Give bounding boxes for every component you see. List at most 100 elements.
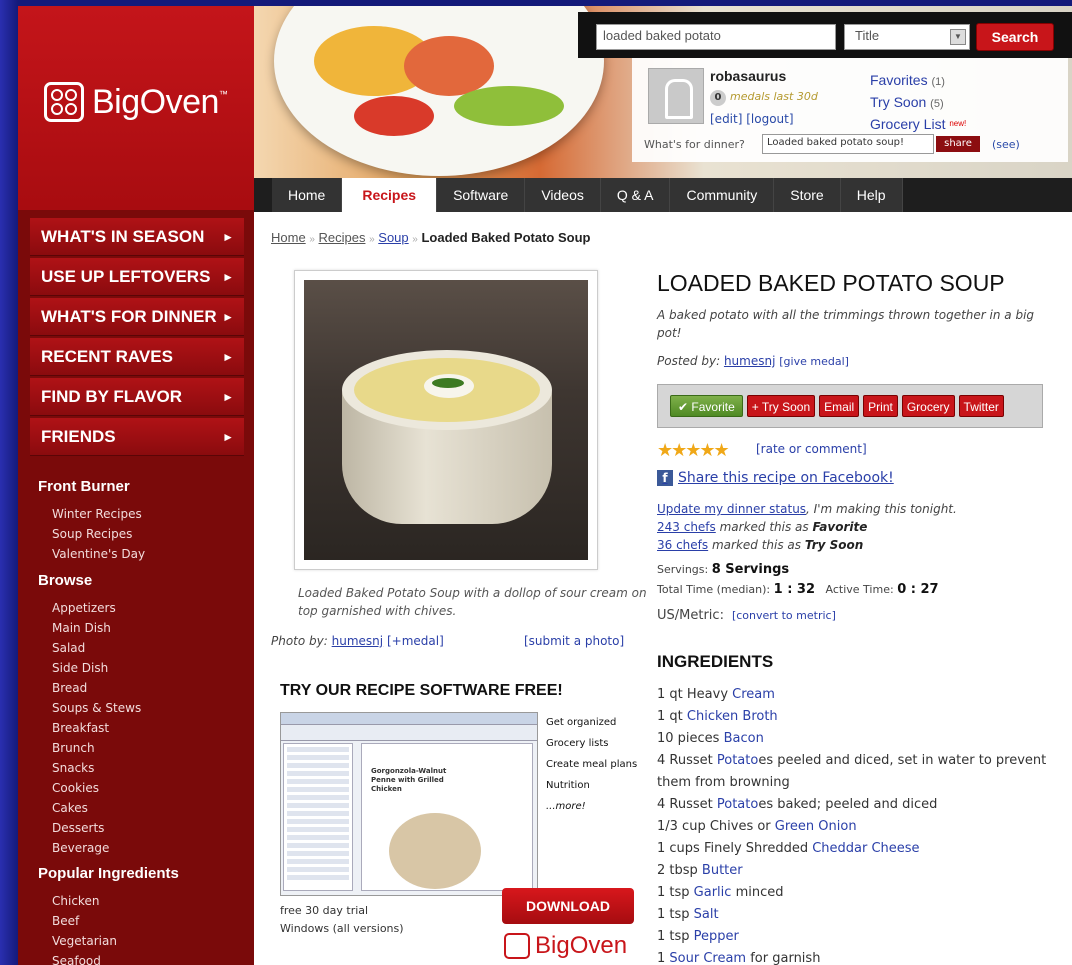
front-burner-link[interactable]: Soup Recipes bbox=[52, 524, 145, 544]
email-button[interactable]: Email bbox=[819, 395, 860, 417]
side-nav-item[interactable]: WHAT'S FOR DINNER ► bbox=[30, 298, 244, 336]
ingredient-link[interactable]: Pepper bbox=[694, 929, 739, 944]
ingredient-text: for garnish bbox=[746, 951, 821, 965]
share-button[interactable]: share bbox=[936, 136, 980, 152]
popular-ingredient-link[interactable]: Vegetarian bbox=[52, 931, 117, 951]
search-button[interactable]: Search bbox=[976, 23, 1054, 51]
update-status-link[interactable]: Update my dinner status bbox=[657, 502, 806, 516]
top-nav-tab[interactable]: Store bbox=[774, 178, 841, 212]
give-medal-link[interactable]: [give medal] bbox=[779, 355, 849, 368]
top-nav-tab[interactable]: Recipes bbox=[342, 178, 438, 212]
software-feature: Get organized bbox=[546, 717, 617, 728]
favorite-button[interactable]: ✔ Favorite bbox=[670, 395, 743, 417]
arrow-right-icon: ► bbox=[222, 350, 234, 364]
top-nav-tab[interactable]: Home bbox=[272, 178, 343, 212]
favorite-chefs-link[interactable]: 243 chefs bbox=[657, 520, 716, 534]
try-soon-button[interactable]: + Try Soon bbox=[746, 395, 816, 417]
popular-ingredient-link[interactable]: Chicken bbox=[52, 891, 117, 911]
username[interactable]: robasaurus bbox=[710, 68, 786, 84]
breadcrumb-separator: » bbox=[369, 234, 375, 245]
ingredient-item: 1 Sour Cream for garnish bbox=[657, 948, 1057, 965]
browse-category-link[interactable]: Soups & Stews bbox=[52, 698, 141, 718]
popular-ingredient-link[interactable]: Beef bbox=[52, 911, 117, 931]
browse-category-link[interactable]: Main Dish bbox=[52, 618, 141, 638]
browse-category-link[interactable]: Desserts bbox=[52, 818, 141, 838]
submit-photo-link[interactable]: [submit a photo] bbox=[524, 634, 624, 648]
ingredient-link[interactable]: Butter bbox=[702, 863, 743, 878]
search-type-select[interactable]: Title ▼ bbox=[844, 24, 970, 50]
photo-user-link[interactable]: humesnj bbox=[332, 634, 383, 648]
popular-ingredient-link[interactable]: Seafood bbox=[52, 951, 117, 965]
ingredient-link[interactable]: Cheddar Cheese bbox=[812, 841, 919, 856]
ingredient-link[interactable]: Cream bbox=[732, 687, 775, 702]
ingredient-link[interactable]: Green Onion bbox=[775, 819, 857, 834]
bigoven-burner-icon bbox=[504, 933, 530, 959]
grocery-button[interactable]: Grocery bbox=[901, 395, 955, 417]
dinner-status-input[interactable]: Loaded baked potato soup! bbox=[762, 134, 934, 154]
side-nav-label: WHAT'S IN SEASON bbox=[41, 227, 205, 246]
software-screenshot[interactable]: Gorgonzola-Walnut Penne with Grilled Chi… bbox=[280, 712, 538, 896]
ingredient-text: 1 cups Finely Shredded bbox=[657, 841, 813, 856]
recipe-photo-frame[interactable] bbox=[294, 270, 598, 570]
side-nav-item[interactable]: USE UP LEFTOVERS ► bbox=[30, 258, 244, 296]
top-nav-tab[interactable]: Help bbox=[840, 178, 903, 212]
browse-category-link[interactable]: Beverage bbox=[52, 838, 141, 858]
logout-link[interactable]: [logout] bbox=[746, 112, 793, 126]
favorite-label: Favorite bbox=[691, 400, 735, 414]
bigoven-logo[interactable]: BigOven ™ bbox=[44, 82, 228, 122]
browse-category-link[interactable]: Bread bbox=[52, 678, 141, 698]
convert-metric-link[interactable]: [convert to metric] bbox=[732, 609, 836, 622]
ingredient-link[interactable]: Potato bbox=[717, 797, 758, 812]
twitter-button[interactable]: Twitter bbox=[958, 395, 1004, 417]
print-button[interactable]: Print bbox=[863, 395, 898, 417]
ingredient-link[interactable]: Potato bbox=[717, 753, 758, 768]
rating-stars-icon[interactable]: ★★★★★ bbox=[657, 440, 730, 461]
breadcrumb-soup[interactable]: Soup bbox=[378, 230, 408, 245]
side-nav-item[interactable]: FIND BY FLAVOR ► bbox=[30, 378, 244, 416]
ingredient-link[interactable]: Salt bbox=[694, 907, 719, 922]
favorites-link[interactable]: Favorites (1) bbox=[870, 70, 966, 92]
edit-link[interactable]: [edit] bbox=[710, 112, 742, 126]
ingredient-item: 1 cups Finely Shredded Cheddar Cheese bbox=[657, 838, 1057, 860]
rate-comment-link[interactable]: [rate or comment] bbox=[756, 442, 867, 456]
browse-category-link[interactable]: Cakes bbox=[52, 798, 141, 818]
side-nav-item[interactable]: FRIENDS ► bbox=[30, 418, 244, 456]
ingredient-item: 2 tbsp Butter bbox=[657, 860, 1057, 882]
download-button[interactable]: DOWNLOAD bbox=[502, 888, 634, 924]
left-sidebar: BigOven ™ WHAT'S IN SEASON ► USE UP LEFTOVE… bbox=[18, 6, 254, 965]
browse-category-link[interactable]: Salad bbox=[52, 638, 141, 658]
posted-by-user-link[interactable]: humesnj bbox=[724, 354, 775, 368]
user-avatar[interactable] bbox=[648, 68, 704, 124]
browse-category-link[interactable]: Breakfast bbox=[52, 718, 141, 738]
top-nav-tab[interactable]: Videos bbox=[525, 178, 601, 212]
side-nav-item[interactable]: WHAT'S IN SEASON ► bbox=[30, 218, 244, 256]
search-input[interactable]: loaded baked potato bbox=[596, 24, 836, 50]
ingredient-link[interactable]: Bacon bbox=[724, 731, 764, 746]
top-nav-tab[interactable]: Software bbox=[437, 178, 526, 212]
try-soon-chefs-link[interactable]: 36 chefs bbox=[657, 538, 708, 552]
browse-category-link[interactable]: Appetizers bbox=[52, 598, 141, 618]
breadcrumb-recipes[interactable]: Recipes bbox=[319, 230, 366, 245]
side-nav-item[interactable]: RECENT RAVES ► bbox=[30, 338, 244, 376]
top-nav-tab[interactable]: Community bbox=[670, 178, 775, 212]
ingredient-item: 4 Russet Potatoes peeled and diced, set … bbox=[657, 750, 1057, 794]
software-feature: ...more! bbox=[546, 801, 586, 812]
browse-category-link[interactable]: Snacks bbox=[52, 758, 141, 778]
grocery-list-link[interactable]: Grocery List new! bbox=[870, 114, 966, 134]
top-nav-tab[interactable]: Q & A bbox=[600, 178, 671, 212]
add-medal-link[interactable]: [+medal] bbox=[387, 634, 444, 648]
browse-category-link[interactable]: Brunch bbox=[52, 738, 141, 758]
try-soon-link[interactable]: Try Soon (5) bbox=[870, 92, 966, 114]
ingredient-link[interactable]: Garlic bbox=[694, 885, 732, 900]
breadcrumb-home[interactable]: Home bbox=[271, 230, 306, 245]
ingredient-link[interactable]: Chicken Broth bbox=[687, 709, 778, 724]
status-text: , I'm making this tonight. bbox=[806, 502, 957, 516]
browse-category-link[interactable]: Cookies bbox=[52, 778, 141, 798]
browse-category-link[interactable]: Side Dish bbox=[52, 658, 141, 678]
front-burner-link[interactable]: Winter Recipes bbox=[52, 504, 145, 524]
front-burner-link[interactable]: Valentine's Day bbox=[52, 544, 145, 564]
facebook-share-link[interactable]: f Share this recipe on Facebook! bbox=[657, 470, 894, 486]
side-nav-label: WHAT'S FOR DINNER bbox=[41, 307, 217, 326]
see-link[interactable]: (see) bbox=[992, 138, 1020, 151]
ingredient-link[interactable]: Sour Cream bbox=[669, 951, 746, 965]
